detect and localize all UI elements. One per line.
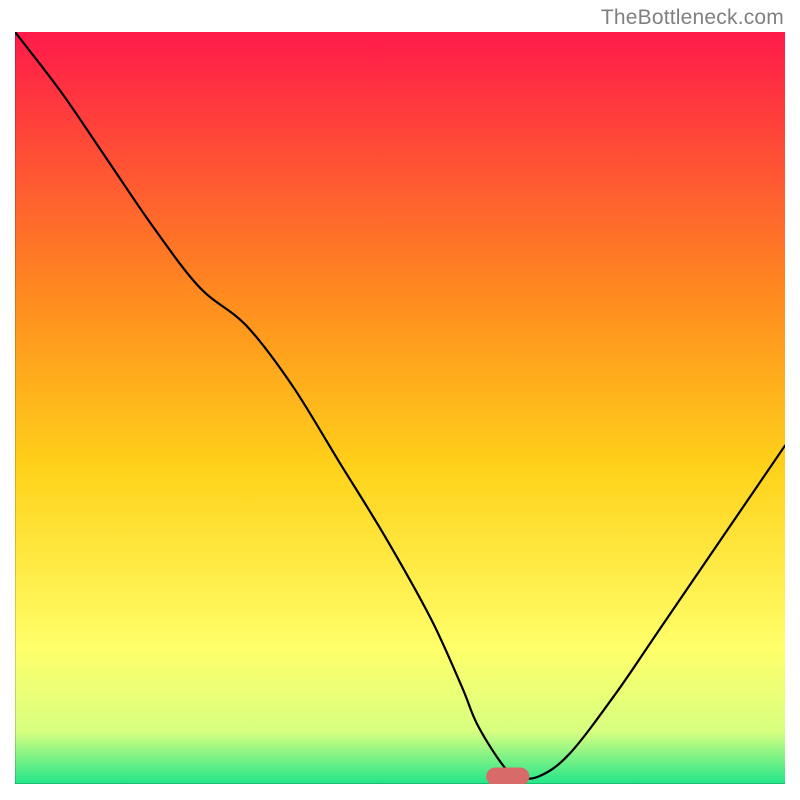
attribution-text: TheBottleneck.com bbox=[601, 6, 784, 30]
chart-frame: TheBottleneck.com bbox=[0, 0, 800, 800]
optimum-marker bbox=[486, 767, 529, 784]
plot-svg bbox=[15, 32, 785, 784]
plot-area bbox=[15, 32, 785, 784]
gradient-background bbox=[15, 32, 785, 784]
